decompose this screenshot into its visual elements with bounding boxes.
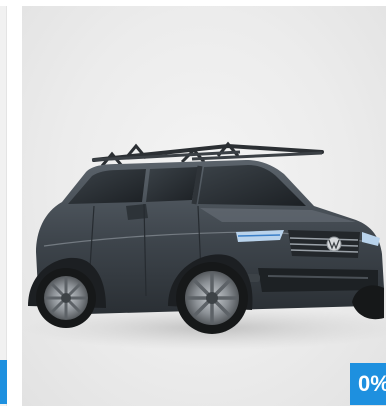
previous-product-card[interactable]: [0, 6, 7, 406]
discount-badge: 0%: [350, 363, 386, 405]
product-card[interactable]: 0%: [22, 6, 386, 406]
car-photo: [22, 141, 386, 350]
previous-card-badge: [0, 360, 7, 404]
product-carousel: 0%: [0, 0, 386, 406]
